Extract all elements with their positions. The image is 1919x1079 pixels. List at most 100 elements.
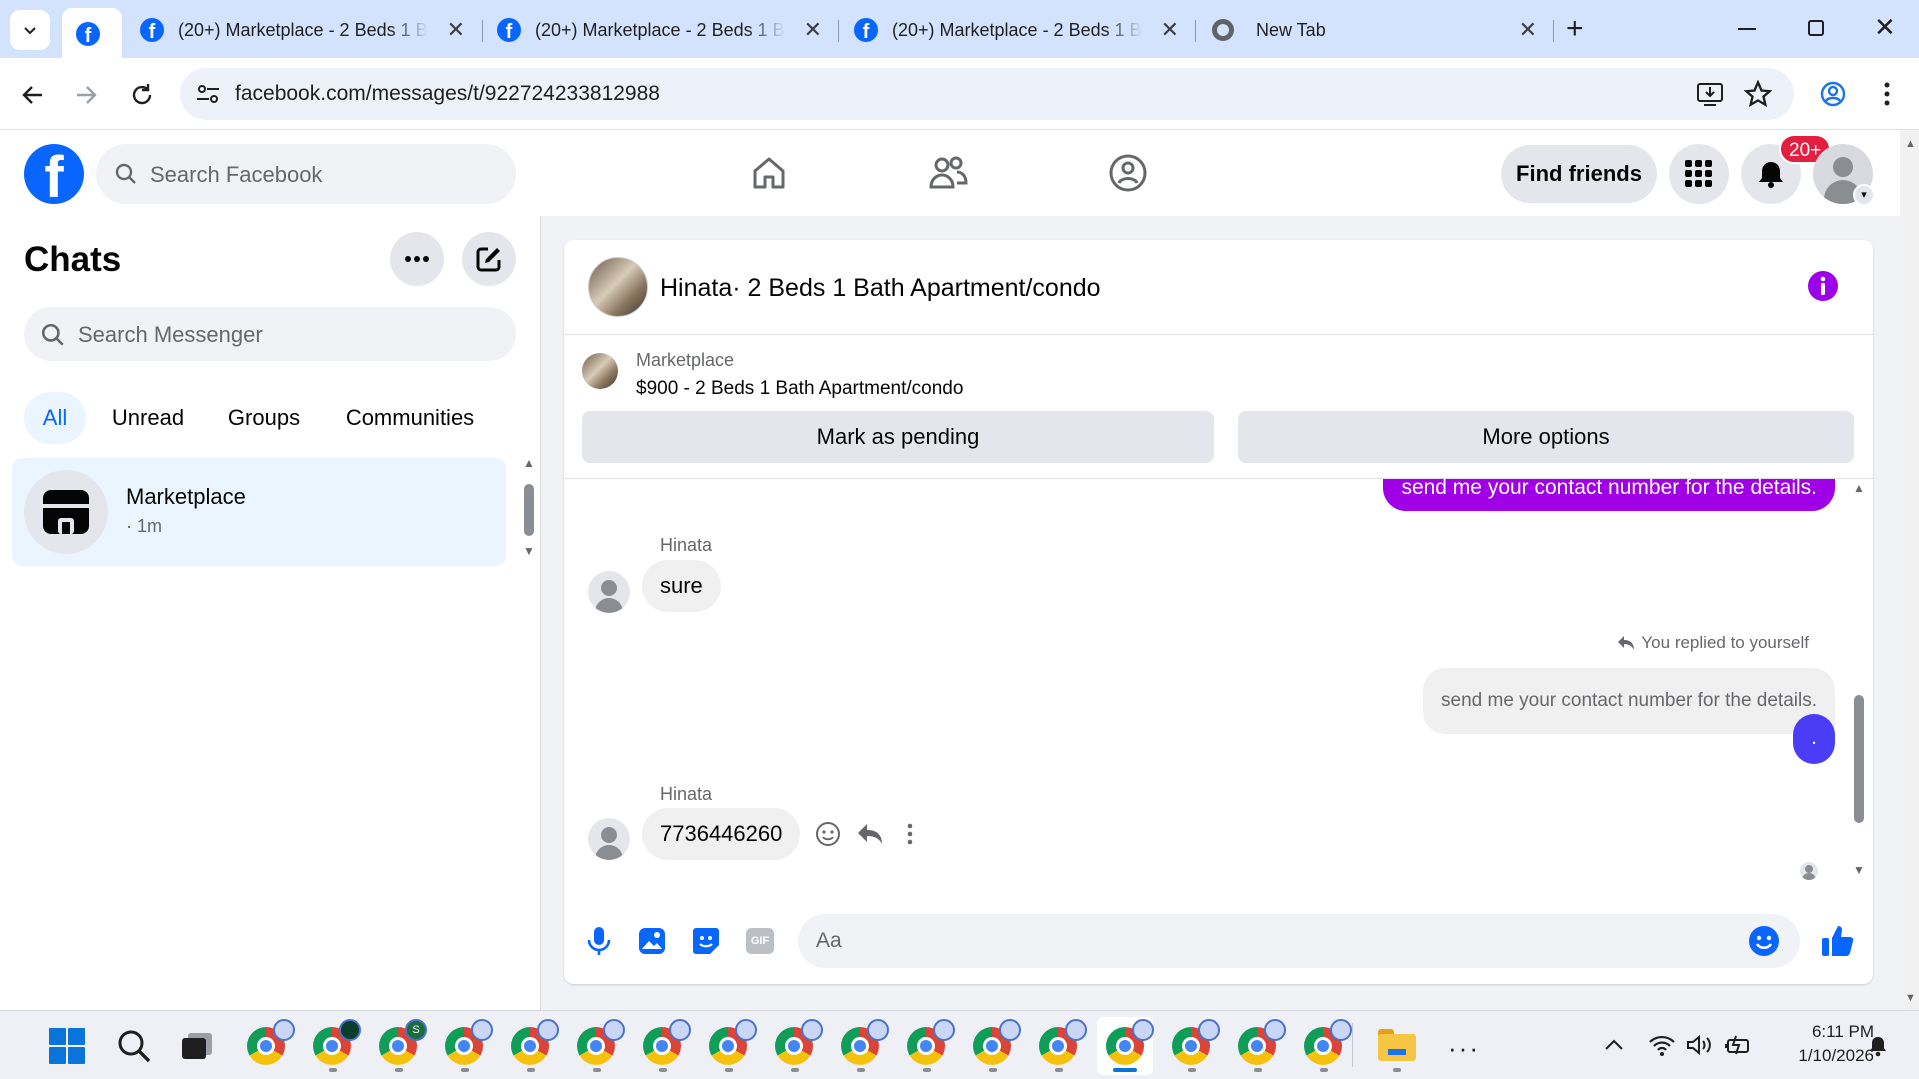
listing-summary[interactable]: $900 - 2 Beds 1 Bath Apartment/condo bbox=[636, 378, 963, 400]
sender-avatar[interactable] bbox=[588, 571, 630, 613]
chrome-taskbar-icon[interactable] bbox=[445, 1019, 493, 1065]
filter-tab-communities[interactable]: Communities bbox=[332, 392, 488, 444]
listing-thumbnail[interactable] bbox=[588, 257, 648, 317]
gif-icon[interactable]: GIF bbox=[746, 928, 774, 954]
tab-new-tab[interactable]: New Tab ✕ bbox=[1212, 10, 1537, 50]
friends-icon[interactable] bbox=[928, 154, 968, 192]
marketplace-avatar bbox=[24, 470, 108, 554]
page-scrollbar[interactable]: ▲ ▼ bbox=[1900, 130, 1919, 1010]
chrome-taskbar-icon[interactable] bbox=[1304, 1019, 1352, 1065]
new-message-button[interactable] bbox=[462, 232, 516, 286]
search-facebook-input[interactable]: Search Facebook bbox=[96, 144, 516, 204]
message-input[interactable]: Aa bbox=[798, 914, 1800, 968]
account-chevron-icon[interactable]: ▾ bbox=[1853, 184, 1875, 206]
tab-title: (20+) Marketplace - 2 Beds 1 Bath Apartm… bbox=[178, 19, 428, 40]
chrome-taskbar-icon[interactable] bbox=[841, 1019, 889, 1065]
like-thumbs-up-icon[interactable] bbox=[1821, 924, 1855, 958]
task-view-icon[interactable] bbox=[182, 1033, 212, 1059]
listing-small-thumbnail[interactable] bbox=[582, 353, 618, 389]
clock-date[interactable]: 1/10/2026 bbox=[1760, 1046, 1874, 1066]
listing-source: Marketplace bbox=[636, 350, 735, 370]
quoted-message[interactable]: send me your contact number for the deta… bbox=[1423, 668, 1835, 734]
site-info-icon[interactable] bbox=[195, 82, 221, 106]
install-app-icon[interactable] bbox=[1696, 81, 1724, 107]
more-options-button[interactable]: More options bbox=[1238, 411, 1854, 463]
windows-start-icon[interactable] bbox=[49, 1028, 85, 1064]
filter-tab-unread[interactable]: Unread bbox=[100, 392, 196, 444]
bookmark-star-icon[interactable] bbox=[1744, 80, 1772, 108]
conversation-title[interactable]: Hinata· 2 Beds 1 Bath Apartment/condo bbox=[660, 274, 1101, 303]
chat-options-button[interactable] bbox=[390, 232, 444, 286]
chrome-taskbar-icon[interactable] bbox=[313, 1019, 361, 1065]
minimize-button[interactable] bbox=[1738, 28, 1756, 30]
sent-dot-bubble[interactable]: . bbox=[1793, 714, 1835, 764]
close-tab-icon[interactable]: ✕ bbox=[1161, 17, 1179, 43]
chrome-menu-icon[interactable] bbox=[1882, 80, 1892, 108]
tab-3[interactable]: f (20+) Marketplace - 2 Beds 1 Bath Apar… bbox=[497, 10, 822, 50]
notification-bell-icon[interactable] bbox=[1868, 1035, 1888, 1057]
chrome-taskbar-icon[interactable] bbox=[1172, 1019, 1220, 1065]
emoji-icon[interactable] bbox=[1748, 925, 1780, 957]
close-tab-icon[interactable]: ✕ bbox=[447, 17, 465, 43]
facebook-logo[interactable]: f bbox=[24, 144, 84, 204]
close-tab-icon[interactable]: ✕ bbox=[1519, 17, 1537, 43]
chrome-taskbar-icon[interactable] bbox=[577, 1019, 625, 1065]
reply-arrow-icon[interactable] bbox=[857, 823, 883, 845]
search-messenger-input[interactable]: Search Messenger bbox=[24, 307, 516, 361]
sent-message-bubble[interactable]: send me your contact number for the deta… bbox=[1383, 479, 1835, 511]
chrome-taskbar-icon[interactable] bbox=[973, 1019, 1021, 1065]
forward-icon[interactable] bbox=[73, 82, 99, 108]
sticker-icon[interactable] bbox=[692, 927, 720, 955]
volume-icon[interactable] bbox=[1686, 1034, 1714, 1056]
reload-icon[interactable] bbox=[128, 81, 156, 109]
mark-as-pending-button[interactable]: Mark as pending bbox=[582, 411, 1214, 463]
chrome-taskbar-icon[interactable] bbox=[709, 1019, 757, 1065]
wifi-icon[interactable] bbox=[1648, 1034, 1676, 1056]
chat-item-meta: · 1m bbox=[126, 516, 162, 536]
find-friends-button[interactable]: Find friends bbox=[1501, 145, 1657, 203]
menu-grid-button[interactable] bbox=[1669, 144, 1729, 204]
compose-icon bbox=[476, 247, 501, 272]
profile-icon[interactable] bbox=[1819, 80, 1847, 108]
show-hidden-icons[interactable] bbox=[1604, 1039, 1624, 1051]
chrome-taskbar-icon[interactable] bbox=[907, 1019, 955, 1065]
battery-icon[interactable] bbox=[1724, 1034, 1752, 1056]
taskbar-search-icon[interactable] bbox=[116, 1028, 152, 1064]
sender-avatar[interactable] bbox=[588, 818, 630, 860]
chat-list-scrollbar[interactable]: ▲ ▼ bbox=[522, 456, 536, 776]
tab-search-button[interactable] bbox=[10, 10, 50, 50]
more-vertical-icon[interactable] bbox=[907, 823, 913, 845]
more-apps-icon[interactable]: ··· bbox=[1448, 1033, 1480, 1064]
chrome-taskbar-icon-active[interactable] bbox=[1106, 1019, 1154, 1065]
received-message-bubble[interactable]: sure bbox=[642, 560, 721, 612]
info-icon[interactable] bbox=[1807, 270, 1839, 302]
filter-tab-groups[interactable]: Groups bbox=[214, 392, 314, 444]
received-phone-bubble[interactable]: 7736446260 bbox=[642, 808, 801, 860]
chrome-taskbar-icon[interactable] bbox=[775, 1019, 823, 1065]
close-window-button[interactable]: ✕ bbox=[1874, 12, 1896, 43]
tab-4[interactable]: f (20+) Marketplace - 2 Beds 1 Bath Apar… bbox=[854, 10, 1179, 50]
react-emoji-icon[interactable] bbox=[815, 821, 841, 847]
close-tab-icon[interactable]: ✕ bbox=[804, 17, 822, 43]
restore-button[interactable] bbox=[1808, 20, 1824, 36]
clock-time[interactable]: 6:11 PM bbox=[1760, 1022, 1874, 1042]
microphone-icon[interactable] bbox=[586, 926, 612, 956]
chrome-taskbar-icon[interactable] bbox=[511, 1019, 559, 1065]
filter-tab-all[interactable]: All bbox=[24, 392, 86, 444]
tab-active[interactable]: f bbox=[62, 8, 122, 58]
home-icon[interactable] bbox=[750, 154, 788, 192]
message-scrollbar[interactable]: ▲ ▼ bbox=[1852, 479, 1866, 884]
groups-icon[interactable] bbox=[1108, 153, 1148, 193]
new-tab-button[interactable]: + bbox=[1566, 12, 1584, 46]
chrome-taskbar-icon[interactable] bbox=[1039, 1019, 1087, 1065]
tab-2[interactable]: f (20+) Marketplace - 2 Beds 1 Bath Apar… bbox=[140, 10, 465, 50]
chrome-taskbar-icon[interactable] bbox=[247, 1019, 295, 1065]
chrome-taskbar-icon[interactable] bbox=[643, 1019, 691, 1065]
chrome-taskbar-icon[interactable]: S bbox=[379, 1019, 427, 1065]
photo-icon[interactable] bbox=[638, 927, 666, 955]
file-explorer-icon[interactable] bbox=[1378, 1029, 1416, 1061]
chrome-favicon-icon bbox=[1212, 19, 1234, 41]
back-icon[interactable] bbox=[20, 82, 46, 108]
chat-list-item[interactable]: Marketplace · 1m bbox=[12, 458, 506, 566]
chrome-taskbar-icon[interactable] bbox=[1238, 1019, 1286, 1065]
